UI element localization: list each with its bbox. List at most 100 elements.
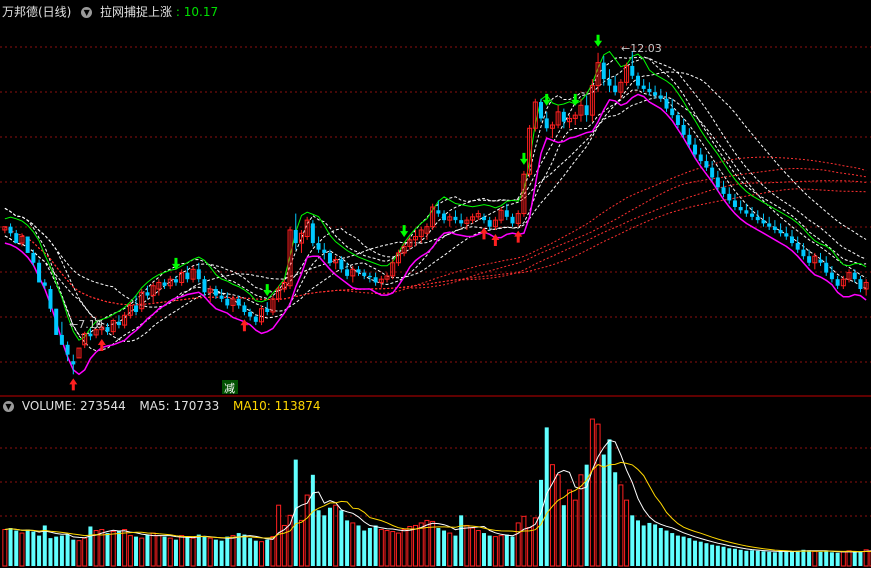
- volume-bar-up: [521, 515, 527, 567]
- volume-bar-up: [2, 529, 8, 567]
- volume-bar-down: [362, 530, 367, 566]
- candle-body-down: [14, 233, 19, 244]
- volume-bar-up: [281, 524, 287, 567]
- volume-bar-down: [219, 540, 224, 566]
- volume-bar-up: [333, 504, 339, 567]
- candle-body-down: [675, 115, 680, 125]
- candle-body-down: [561, 111, 566, 122]
- volume-bar-down: [738, 549, 743, 566]
- candle-body-down: [704, 161, 709, 168]
- volume-bar-up: [156, 535, 162, 567]
- candle-body-down: [242, 305, 247, 312]
- volume-bar-up: [464, 524, 470, 567]
- volume-bar-up: [407, 525, 413, 567]
- candle-body-down: [436, 210, 441, 214]
- candle-body-down: [42, 282, 47, 286]
- candle-body-down: [670, 108, 675, 116]
- candle-body-down: [607, 79, 612, 86]
- candle-body-down: [818, 259, 823, 263]
- volume-bar-up: [401, 529, 407, 567]
- candle-body-down: [693, 144, 698, 155]
- volume-menu-icon[interactable]: ▼: [3, 401, 14, 412]
- volume-bar-down: [481, 533, 486, 566]
- volume-bar-up: [298, 519, 304, 567]
- candle-body-down: [213, 289, 218, 296]
- chart-canvas: ←7.10 ←12.03 减: [0, 34, 871, 567]
- candle-body-down: [248, 311, 253, 317]
- volume-bar-down: [613, 472, 618, 566]
- buy-arrow: [514, 230, 523, 243]
- candle-body-down: [105, 327, 110, 332]
- candle-body-down: [345, 269, 350, 276]
- volume-value: 273544: [79, 399, 126, 413]
- candle-body-down: [778, 229, 783, 234]
- candle-body-down: [772, 226, 777, 230]
- volume-bar-up: [76, 540, 82, 567]
- volume-bar-down: [698, 541, 703, 566]
- indicator-name: 拉网捕捉上涨: [100, 5, 173, 19]
- volume-bar-up: [167, 537, 173, 567]
- volume-bar-down: [59, 535, 64, 566]
- candle-body-down: [784, 233, 789, 237]
- volume-bar-down: [31, 531, 36, 566]
- candle-body-down: [664, 98, 669, 109]
- volume-bar-up: [395, 532, 401, 567]
- volume-bar-down: [807, 550, 812, 566]
- volume-bar-up: [139, 537, 145, 567]
- volume-bar-down: [704, 543, 709, 566]
- grid-layer: [0, 46, 871, 517]
- volume-bar-down: [801, 549, 806, 566]
- candle-body-down: [801, 249, 806, 257]
- volume-bar-up: [384, 530, 390, 567]
- candle-body-down: [715, 177, 720, 188]
- candle-body-down: [225, 298, 230, 306]
- volume-bar-down: [459, 515, 464, 566]
- candle-body-down: [25, 236, 30, 253]
- candle-body-down: [316, 243, 321, 250]
- candle-body-down: [710, 167, 715, 178]
- price-panel-header: 万邦德(日线) ▼ 拉网捕捉上涨 : 10.17: [2, 5, 219, 19]
- volume-bar-up: [492, 536, 498, 567]
- indicator-menu-icon[interactable]: ▼: [81, 7, 93, 18]
- volume-bar-up: [378, 529, 384, 567]
- candle-body-down: [852, 272, 857, 280]
- volume-bar-down: [835, 552, 840, 566]
- volume-bar-up: [812, 550, 818, 567]
- candle-body-down: [858, 279, 863, 290]
- volume-bar-down: [727, 548, 732, 566]
- volume-bar-down: [510, 536, 515, 566]
- volume-bar-up: [470, 527, 476, 567]
- candle-body-down: [738, 207, 743, 211]
- candle-body-down: [202, 279, 207, 293]
- candle-body-down: [641, 85, 646, 89]
- volume-bar-down: [71, 539, 76, 566]
- volume-bar-down: [710, 544, 715, 566]
- volume-bar-down: [442, 530, 447, 566]
- volume-bar-up: [595, 423, 601, 567]
- candle-body-down: [37, 262, 42, 283]
- volume-bar-down: [225, 536, 230, 566]
- volume-bar-up: [567, 489, 573, 567]
- sell-arrow: [571, 93, 580, 106]
- volume-bar-down: [453, 535, 458, 566]
- stock-title: 万邦德(日线): [2, 5, 72, 19]
- candle-body-down: [761, 220, 766, 224]
- volume-bar-down: [761, 551, 766, 566]
- volume-bar-up: [515, 522, 521, 567]
- volume-bar-down: [784, 551, 789, 566]
- volume-bar-down: [829, 552, 834, 566]
- volume-bar-down: [173, 539, 178, 566]
- volume-bar-up: [413, 524, 419, 567]
- volume-label: VOLUME:: [21, 399, 77, 413]
- reduce-badge-label: 减: [224, 382, 235, 395]
- candle-body-down: [658, 95, 663, 99]
- volume-bar-down: [316, 510, 321, 566]
- volume-bar-up: [304, 494, 310, 567]
- volume-bar-down: [202, 536, 207, 566]
- low-price-label: ←7.10: [69, 318, 103, 331]
- ma5-label: MA5:: [139, 399, 170, 413]
- indicator-lines: [4, 50, 867, 376]
- volume-bar-down: [88, 526, 93, 566]
- volume-bar-down: [778, 550, 783, 566]
- volume-bar-down: [356, 525, 361, 566]
